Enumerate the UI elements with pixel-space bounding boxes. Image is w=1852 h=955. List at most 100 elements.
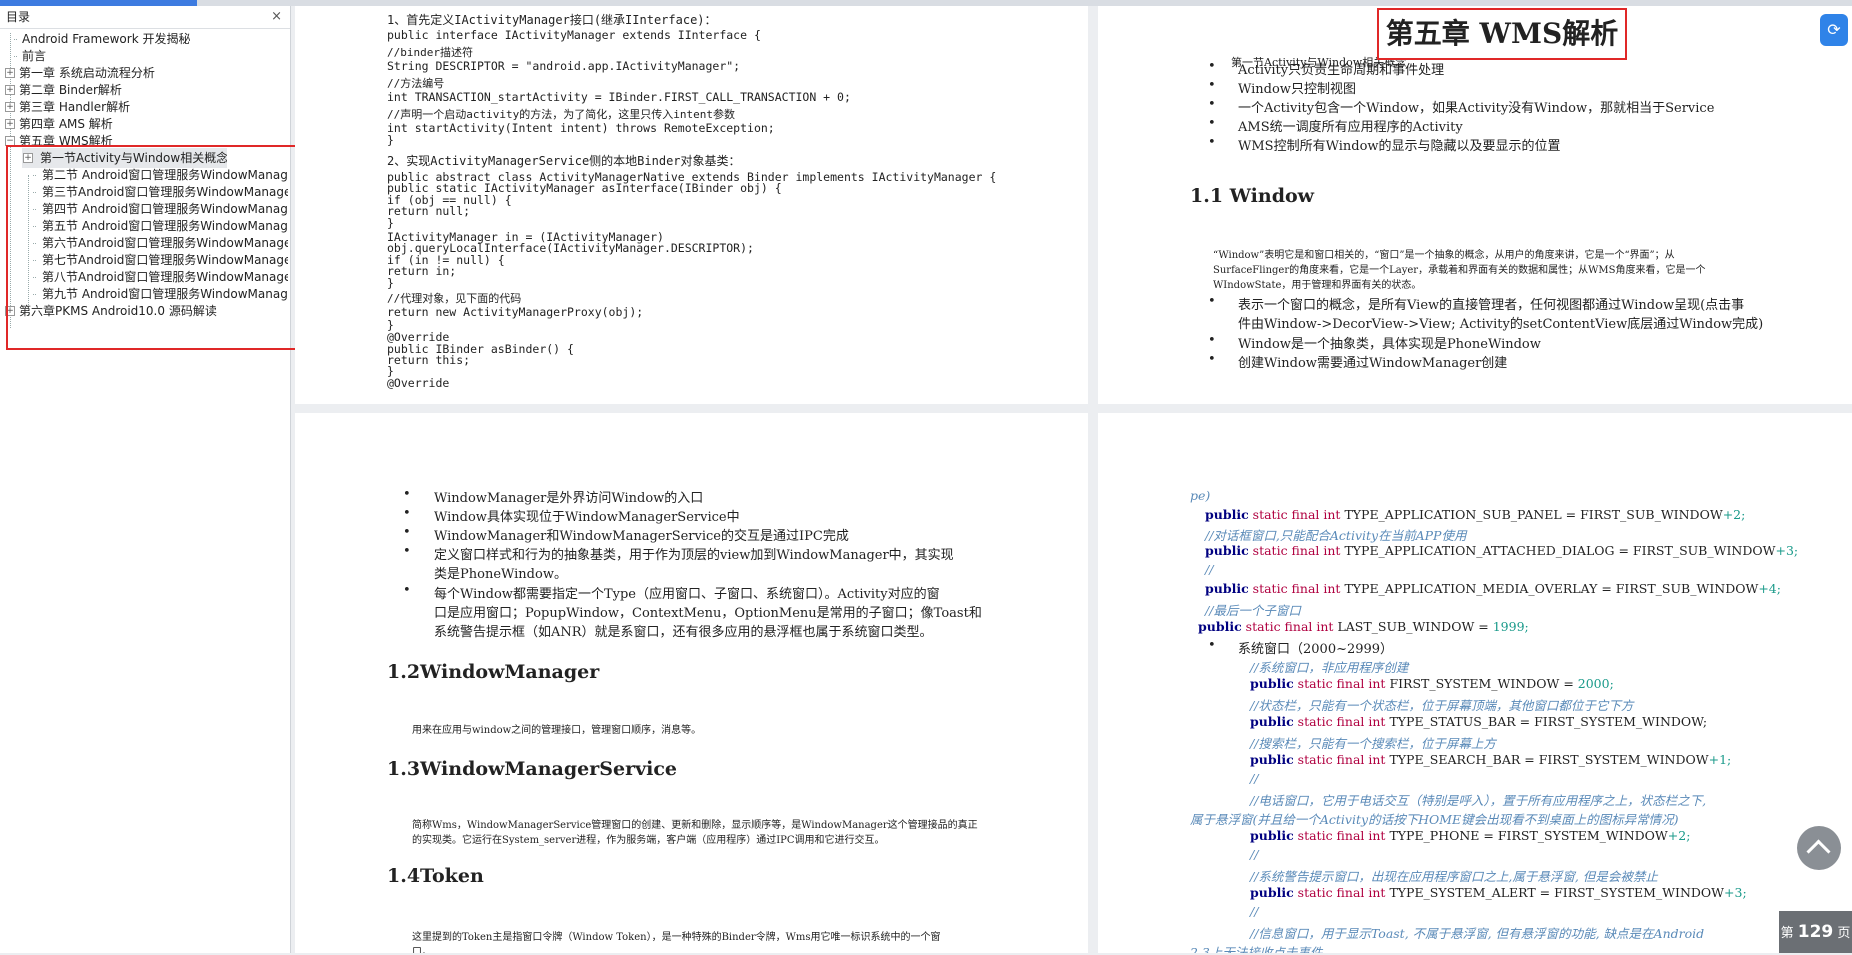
bullet-dot: •	[403, 525, 411, 540]
expand-icon[interactable]: +	[5, 68, 15, 78]
code-text: LAST_SUB_WINDOW =	[1337, 619, 1493, 634]
bullet-dot: •	[1208, 135, 1216, 150]
tree-branch	[14, 56, 17, 57]
list-item: 件由Window->DecorView->View; Activity的setC…	[1238, 317, 1764, 332]
code-line: 2、实现ActivityManagerService侧的本地Binder对象基类…	[387, 154, 741, 168]
list-item: 一个Activity包含一个Window，如果Activity没有Window，…	[1238, 101, 1715, 116]
keyword: public	[1205, 581, 1249, 596]
bullet-dot: •	[403, 506, 411, 521]
code-line: public interface IActivityManager extend…	[387, 28, 761, 42]
code-comment: 属于悬浮窗(并且给一个Activity的话按下HOME键会出现看不到桌面上的图标…	[1190, 812, 1679, 827]
bullet-dot: •	[403, 487, 411, 502]
code-comment: //系统窗口，非应用程序创建	[1250, 660, 1409, 675]
code-line: //声明一个启动activity的方法，为了简化，这里只传入intent参数	[387, 108, 735, 121]
page-number: 129	[1797, 922, 1834, 942]
modifier: static final int	[1297, 676, 1386, 691]
chapter-title: 第五章 WMS解析	[1377, 8, 1627, 60]
code-line: return new ActivityManagerProxy(obj);	[387, 305, 644, 319]
code-comment: //搜索栏，只能有一个搜索栏，位于屏幕上方	[1250, 736, 1496, 751]
close-icon[interactable]: ×	[271, 6, 282, 28]
code-line: pe)	[1190, 488, 1211, 503]
code-line: int startActivity(Intent intent) throws …	[387, 121, 775, 135]
code-text: TYPE_PHONE = FIRST_SYSTEM_WINDOW	[1389, 828, 1668, 843]
code-line: 1、首先定义IActivityManager接口(继承IInterface)：	[387, 13, 717, 27]
code-text: TYPE_APPLICATION_ATTACHED_DIALOG = FIRST…	[1344, 543, 1776, 558]
list-item: WMS控制所有Window的显示与隐藏以及要显示的位置	[1238, 139, 1561, 154]
list-item: 定义窗口样式和行为的抽象基类，用于作为顶层的view加到WindowManage…	[434, 548, 954, 563]
code-number: 2000;	[1577, 676, 1614, 691]
code-number: +2;	[1722, 507, 1746, 522]
expand-icon[interactable]: +	[5, 102, 15, 112]
code-line: public static final int TYPE_PHONE = FIR…	[1250, 828, 1690, 843]
translate-icon[interactable]: ⟳	[1820, 14, 1848, 46]
list-item: AMS统一调度所有应用程序的Activity	[1238, 120, 1463, 135]
bullet-dot: •	[1208, 638, 1216, 653]
heading-1-1: 1.1 Window	[1190, 185, 1315, 207]
list-item: 表示一个窗口的概念，是所有View的直接管理者，任何视图都通过Window呈现(…	[1238, 298, 1745, 313]
code-text: FIRST_SYSTEM_WINDOW =	[1389, 676, 1578, 691]
code-line: @Override	[387, 376, 450, 390]
document-page-2: 第一节Activity与Window相关概念 • Activity只负责生命周期和…	[1098, 6, 1852, 404]
code-line: int TRANSACTION_startActivity = IBinder.…	[387, 90, 851, 104]
modifier: static final int	[1297, 752, 1386, 767]
scroll-to-top-button[interactable]	[1797, 826, 1841, 870]
code-number: +4;	[1758, 581, 1781, 596]
document-page-1: 1、首先定义IActivityManager接口(继承IInterface)： …	[295, 6, 1088, 404]
modifier: static final int	[1245, 619, 1334, 634]
code-comment: //	[1205, 562, 1214, 577]
paragraph-line: 口。	[412, 947, 432, 953]
toc-title: 目录	[6, 10, 31, 24]
keyword: public	[1205, 543, 1249, 558]
code-text: TYPE_SEARCH_BAR = FIRST_SYSTEM_WINDOW	[1389, 752, 1709, 767]
code-line: }	[387, 133, 394, 147]
code-text: TYPE_STATUS_BAR = FIRST_SYSTEM_WINDOW;	[1389, 714, 1708, 729]
bullet-dot: •	[1208, 97, 1216, 112]
code-line: String DESCRIPTOR = "android.app.IActivi…	[387, 59, 741, 73]
paragraph-line: SurfaceFlinger的角度来看，它是一个Layer，承载着和界面有关的数…	[1213, 265, 1706, 276]
bullet-dot: •	[1208, 116, 1216, 131]
bullet-dot: •	[1208, 294, 1216, 309]
bullet-dot: •	[1208, 59, 1216, 74]
bullet-dot: •	[403, 544, 411, 559]
code-line: return null;	[387, 204, 471, 218]
toc-header: 目录 ×	[0, 6, 290, 29]
code-number: +3;	[1775, 543, 1799, 558]
list-item: Activity只负责生命周期和事件处理	[1238, 63, 1445, 78]
list-item: WindowManager是外界访问Window的入口	[434, 491, 704, 506]
list-item: 创建Window需要通过WindowManager创建	[1238, 356, 1508, 371]
code-line: public static final int TYPE_SYSTEM_ALER…	[1250, 885, 1747, 900]
page-suffix: 页	[1837, 926, 1851, 941]
code-comment: 2.3上无法接收点击事件	[1190, 945, 1323, 953]
code-comment: //信息窗口，用于显示Toast, 不属于悬浮窗, 但有悬浮窗的功能, 缺点是在…	[1250, 926, 1705, 941]
list-item: 系统警告提示框（如ANR）就是系窗口，还有很多应用的悬浮框也属于系统窗口类型。	[434, 625, 933, 640]
keyword: public	[1250, 714, 1294, 729]
keyword: public	[1250, 885, 1294, 900]
code-line: return in;	[387, 264, 457, 278]
code-comment: //	[1250, 847, 1259, 862]
paragraph-line: 简称Wms，WindowManagerService管理窗口的创建、更新和删除，…	[412, 820, 978, 831]
list-item: Window只控制视图	[1238, 82, 1356, 97]
code-line: //代理对象，见下面的代码	[387, 292, 522, 305]
code-comment: //状态栏，只能有一个状态栏，位于屏幕顶端，其他窗口都位于它下方	[1250, 698, 1634, 713]
page-prefix: 第	[1780, 926, 1794, 941]
list-item: WindowManager和WindowManagerService的交互是通过…	[434, 529, 849, 544]
code-text: TYPE_APPLICATION_MEDIA_OVERLAY = FIRST_S…	[1344, 581, 1759, 596]
code-comment: //对话框窗口,只能配合Activity在当前APP使用	[1205, 528, 1467, 543]
code-text: TYPE_APPLICATION_SUB_PANEL = FIRST_SUB_W…	[1344, 507, 1723, 522]
expand-icon[interactable]: +	[5, 85, 15, 95]
paragraph-line: WIndowState，用于管理和界面有关的状态。	[1213, 280, 1422, 291]
code-line: public static final int TYPE_APPLICATION…	[1205, 507, 1745, 522]
code-number: +1;	[1708, 752, 1732, 767]
tree-branch	[14, 39, 17, 40]
paragraph: 简称Wms，WindowManagerService管理窗口的创建、更新和删除，…	[412, 818, 978, 848]
code-line: public static final int TYPE_STATUS_BAR …	[1250, 714, 1707, 729]
code-line: //方法编号	[387, 77, 445, 90]
modifier: static final int	[1252, 581, 1341, 596]
bullet-dot: •	[1208, 352, 1216, 367]
code-line: }	[387, 216, 394, 230]
paragraph-line: 的实现类。它运行在System_server进程，作为服务端，客户端（应用程序）…	[412, 835, 885, 846]
page-number-badge: 第 129 页	[1779, 911, 1852, 953]
list-item: 口是应用窗口；PopupWindow，ContextMenu，OptionMen…	[434, 606, 982, 621]
expand-icon[interactable]: +	[5, 119, 15, 129]
modifier: static final int	[1297, 828, 1386, 843]
